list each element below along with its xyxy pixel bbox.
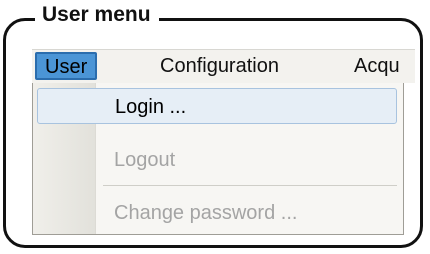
frame-title: User menu <box>35 2 159 28</box>
menu-item-change-password-label: Change password ... <box>114 202 298 224</box>
menu-separator <box>103 185 397 186</box>
menu-configuration[interactable]: Configuration <box>160 50 279 82</box>
menu-item-login-label: Login ... <box>115 96 187 118</box>
menu-user[interactable]: User <box>35 52 98 80</box>
menu-item-change-password: Change password ... <box>37 195 397 231</box>
menu-item-logout-label: Logout <box>114 149 176 171</box>
menu-acquisition[interactable]: Acqu <box>354 50 415 82</box>
menu-item-logout: Logout <box>37 142 397 178</box>
menu-item-login[interactable]: Login ... <box>37 88 397 124</box>
menu-bar: User Configuration Acqu <box>32 49 415 83</box>
user-dropdown-menu: Login ... Logout Change password ... <box>32 83 404 235</box>
